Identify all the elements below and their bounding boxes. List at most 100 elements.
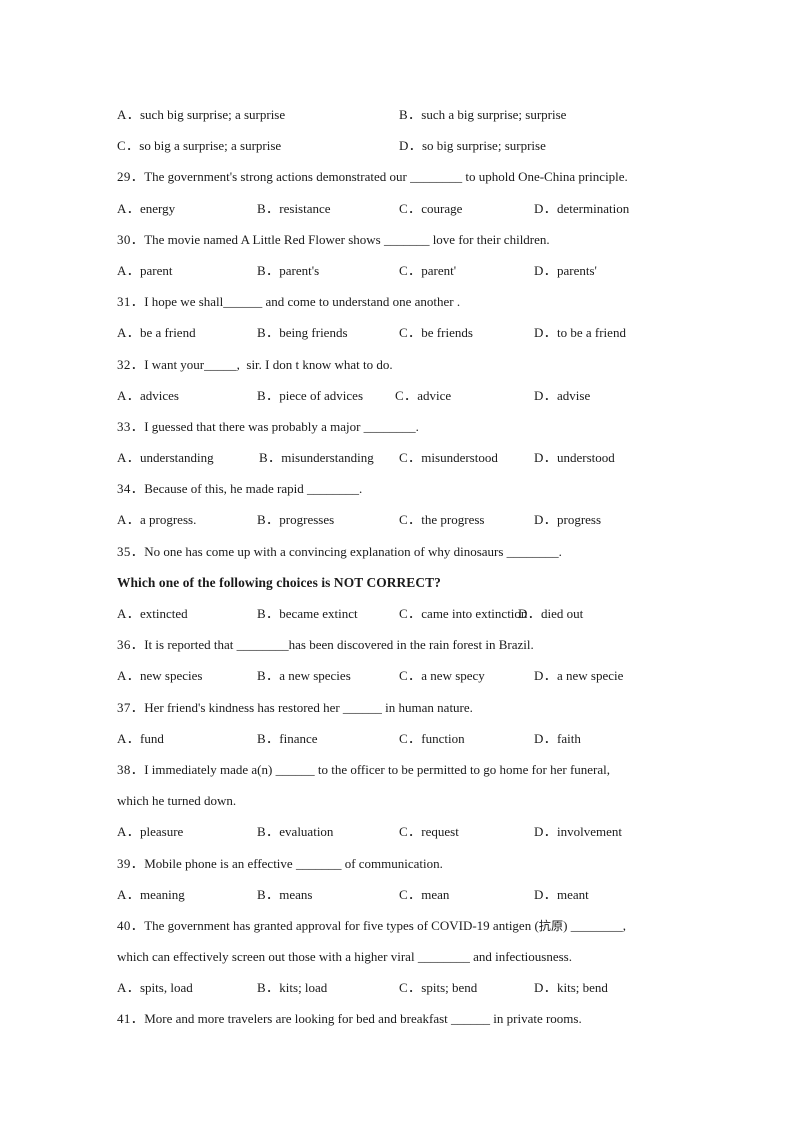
option-row: A．such big surprise; a surprise B．such a … xyxy=(117,99,679,130)
option-row: A．fund B．finance C．function D．faith xyxy=(117,723,679,754)
option-text: such big surprise; a surprise xyxy=(140,107,286,122)
option-b[interactable]: B．finance xyxy=(257,723,318,754)
option-b[interactable]: B．progresses xyxy=(257,504,334,535)
option-text: so big surprise; surprise xyxy=(422,138,546,154)
option-text: advise xyxy=(557,387,591,403)
option-row: A．advices B．piece of advices C．advice D．adv… xyxy=(117,380,679,411)
option-text: misunderstanding xyxy=(281,450,374,466)
option-d[interactable]: D．died out xyxy=(518,598,583,629)
question-number: 31． xyxy=(117,294,145,310)
option-label: C． xyxy=(399,606,422,621)
option-a[interactable]: A．extincted xyxy=(117,598,188,629)
option-d[interactable]: D．kits; bend xyxy=(534,972,608,1003)
option-b[interactable]: B．such a big surprise; surprise xyxy=(399,99,566,130)
option-label: C． xyxy=(399,325,422,341)
option-label: D． xyxy=(534,512,557,528)
option-text: parent xyxy=(140,262,173,278)
option-text: spits, load xyxy=(140,980,193,996)
option-a[interactable]: A．a progress. xyxy=(117,504,196,535)
option-label: B． xyxy=(257,668,280,684)
option-label: A． xyxy=(117,325,140,341)
option-text: courage xyxy=(421,200,463,216)
option-a[interactable]: A．meaning xyxy=(117,879,185,910)
option-c[interactable]: C．mean xyxy=(399,879,449,910)
option-a[interactable]: A．pleasure xyxy=(117,816,183,847)
option-text: be friends xyxy=(421,325,473,341)
option-d[interactable]: D．progress xyxy=(534,504,601,535)
option-text: kits; load xyxy=(279,980,328,996)
option-b[interactable]: B．means xyxy=(257,879,313,910)
option-d[interactable]: D．to be a friend xyxy=(534,317,626,348)
question-stem: 38．I immediately made a(n) ______ to the… xyxy=(117,754,679,785)
option-b[interactable]: B．piece of advices xyxy=(257,380,363,411)
option-label: A． xyxy=(117,606,140,621)
option-d[interactable]: D．advise xyxy=(534,380,590,411)
option-text: advice xyxy=(417,387,452,403)
option-label: B． xyxy=(257,886,280,902)
option-text: evaluation xyxy=(279,824,334,840)
option-c[interactable]: C．parent' xyxy=(399,255,456,286)
option-a[interactable]: A．fund xyxy=(117,723,164,754)
option-label: A． xyxy=(117,824,140,840)
option-c[interactable]: C．came into extinction xyxy=(399,598,527,629)
option-c[interactable]: C．a new specy xyxy=(399,660,485,691)
option-text: extincted xyxy=(140,606,188,621)
option-c[interactable]: C．misunderstood xyxy=(399,442,498,473)
option-text: became extinct xyxy=(279,606,358,621)
option-a[interactable]: A．such big surprise; a surprise xyxy=(117,99,285,130)
option-b[interactable]: B．became extinct xyxy=(257,598,358,629)
option-a[interactable]: A．understanding xyxy=(117,442,214,473)
option-label: B． xyxy=(257,262,280,278)
option-d[interactable]: D．understood xyxy=(534,442,615,473)
question-stem: 30．The movie named A Little Red Flower s… xyxy=(117,224,679,255)
option-b[interactable]: B．parent's xyxy=(257,255,319,286)
option-b[interactable]: B．being friends xyxy=(257,317,348,348)
option-text: spits; bend xyxy=(421,980,478,996)
option-text: fund xyxy=(140,730,164,746)
option-label: A． xyxy=(117,980,140,996)
option-b[interactable]: B．resistance xyxy=(257,193,331,224)
option-b[interactable]: B．misunderstanding xyxy=(259,442,374,473)
option-a[interactable]: A．advices xyxy=(117,380,179,411)
option-text: kits; bend xyxy=(557,980,608,996)
option-c[interactable]: C．the progress xyxy=(399,504,484,535)
option-a[interactable]: A．parent xyxy=(117,255,172,286)
option-d[interactable]: D．a new specie xyxy=(534,660,623,691)
option-a[interactable]: A．new species xyxy=(117,660,202,691)
option-a[interactable]: A．spits, load xyxy=(117,972,193,1003)
option-text: request xyxy=(421,824,459,840)
option-label: A． xyxy=(117,730,140,746)
option-a[interactable]: A．energy xyxy=(117,193,175,224)
instruction-text: Which one of the following choices is NO… xyxy=(117,574,441,590)
option-b[interactable]: B．kits; load xyxy=(257,972,327,1003)
option-c[interactable]: C．be friends xyxy=(399,317,473,348)
option-text: resistance xyxy=(279,200,331,216)
option-b[interactable]: B．evaluation xyxy=(257,816,333,847)
option-d[interactable]: D．meant xyxy=(534,879,589,910)
option-label: B． xyxy=(257,512,280,528)
option-c[interactable]: C．request xyxy=(399,816,459,847)
option-b[interactable]: B．a new species xyxy=(257,660,351,691)
option-label: A． xyxy=(117,668,140,684)
option-text: piece of advices xyxy=(279,387,364,403)
option-c[interactable]: C．function xyxy=(399,723,465,754)
option-d[interactable]: D．so big surprise; surprise xyxy=(399,130,546,161)
option-text: involvement xyxy=(557,824,622,840)
option-text: means xyxy=(279,886,313,902)
option-c[interactable]: C．spits; bend xyxy=(399,972,477,1003)
option-c[interactable]: C．so big a surprise; a surprise xyxy=(117,130,281,161)
option-d[interactable]: D．determination xyxy=(534,193,629,224)
option-text: progress xyxy=(557,512,602,528)
option-d[interactable]: D．involvement xyxy=(534,816,622,847)
option-c[interactable]: C．courage xyxy=(399,193,462,224)
option-label: A． xyxy=(117,512,140,528)
option-d[interactable]: D．faith xyxy=(534,723,581,754)
option-text: a progress. xyxy=(140,512,197,528)
option-d[interactable]: D．parents' xyxy=(534,255,597,286)
option-label: C． xyxy=(395,387,418,403)
chinese-gloss: 抗原 xyxy=(538,918,564,933)
option-a[interactable]: A．be a friend xyxy=(117,317,196,348)
option-c[interactable]: C．advice xyxy=(395,380,451,411)
question-stem: 33．I guessed that there was probably a m… xyxy=(117,411,679,442)
option-text: being friends xyxy=(279,325,348,341)
